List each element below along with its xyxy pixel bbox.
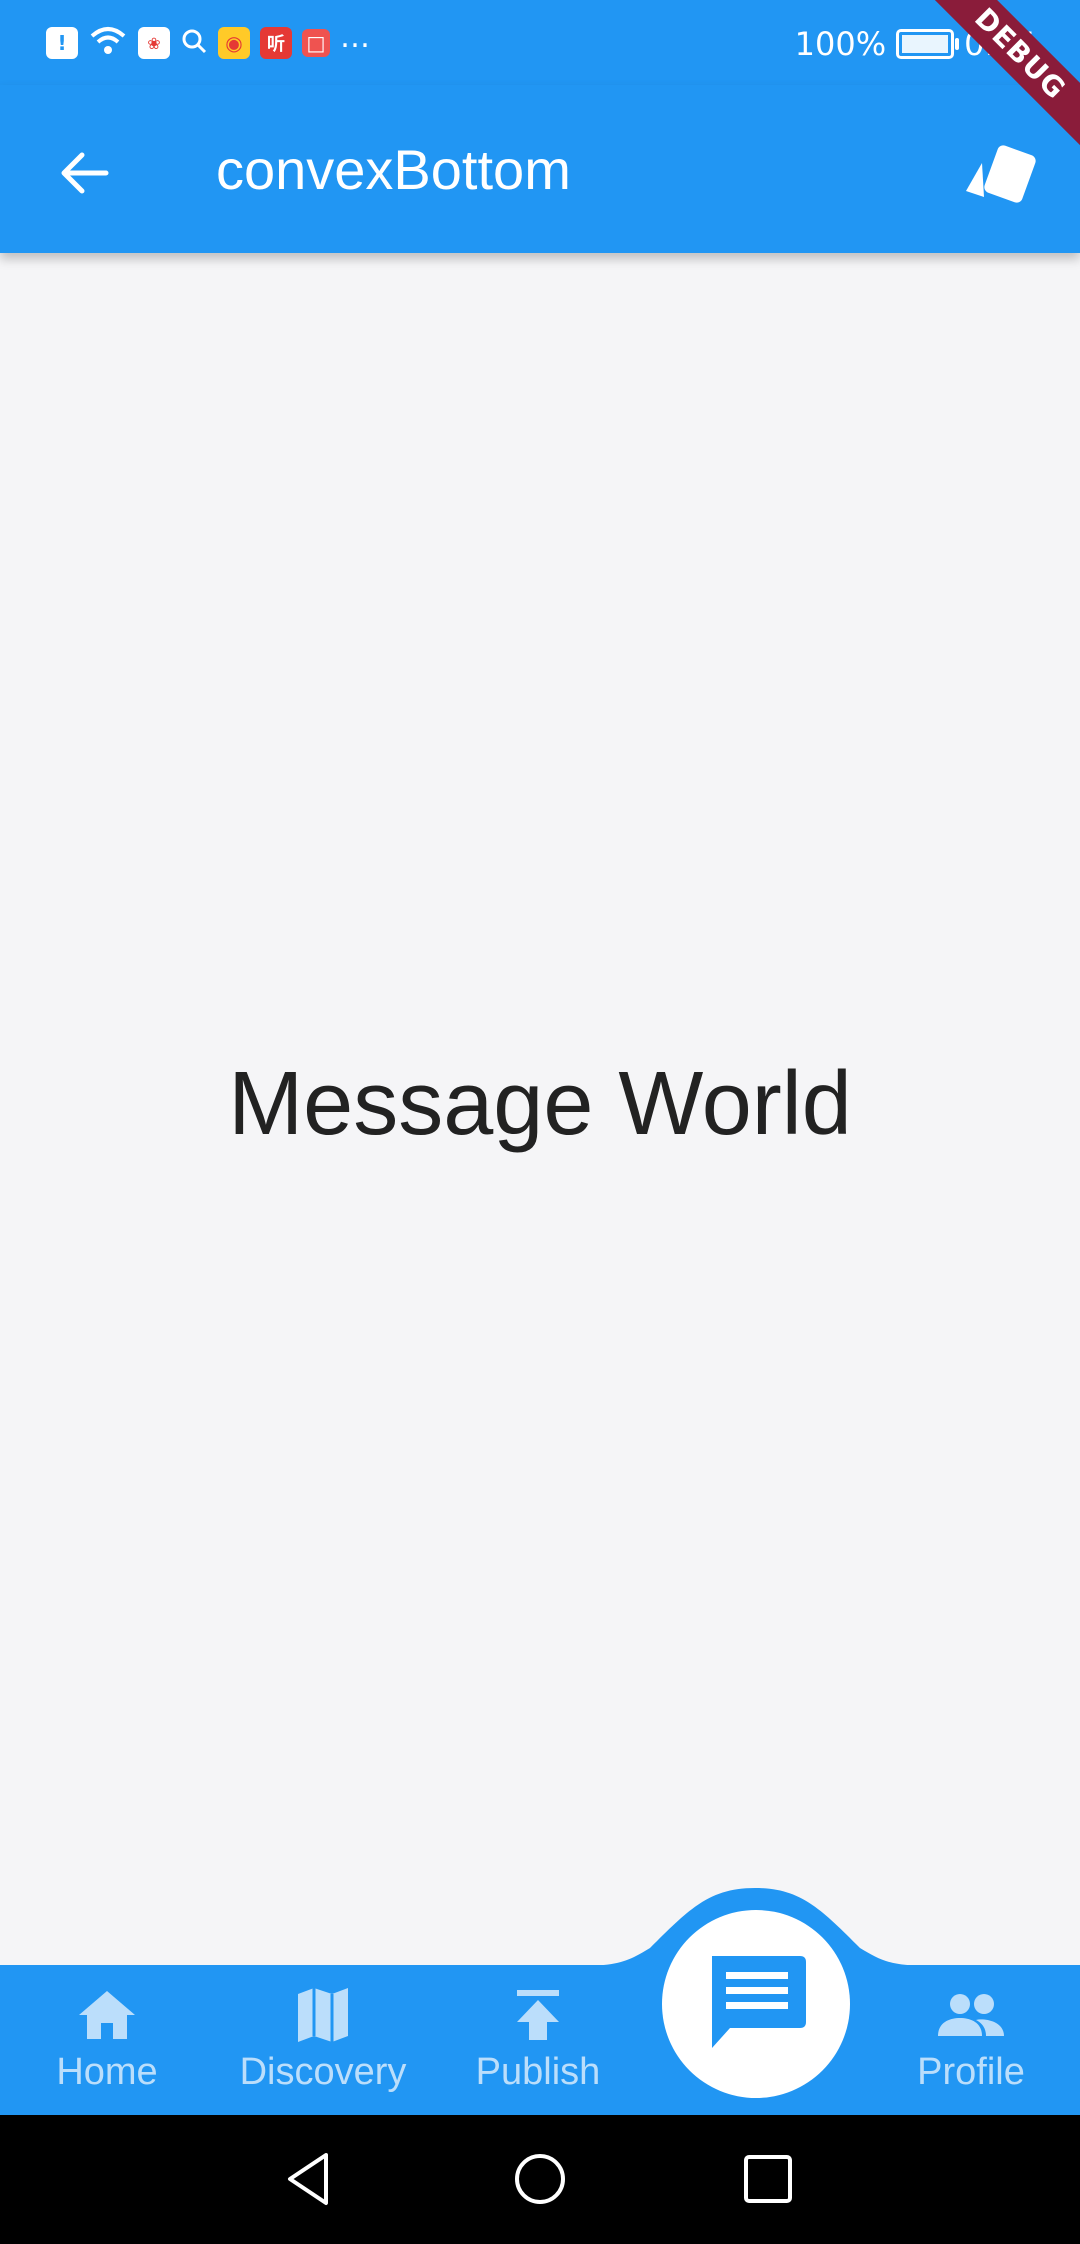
publish-icon (513, 1985, 563, 2045)
style-button[interactable] (960, 139, 1040, 209)
notification-icons: ! ❀ ◉ 听 □ … (46, 19, 370, 64)
tab-profile[interactable]: Profile (871, 1965, 1071, 2115)
tab-home[interactable]: Home (7, 1965, 207, 2115)
tab-home-label: Home (56, 2051, 158, 2093)
system-nav-bar (0, 2115, 1080, 2244)
tab-discovery-label: Discovery (239, 2051, 407, 2093)
battery-icon (896, 29, 960, 59)
weibo-icon: ◉ (218, 27, 250, 59)
more-notifications-icon: … (340, 19, 370, 55)
tab-publish-label: Publish (475, 2051, 601, 2093)
content-text: Message World (228, 1053, 852, 1154)
listen-app-icon: 听 (260, 27, 292, 59)
wifi-icon (88, 24, 128, 62)
page-title: convexBottom (216, 138, 571, 201)
message-icon (712, 1956, 806, 2048)
app-bar: convexBottom (0, 85, 1080, 253)
bottom-navigation: Home Discovery Publish Profile (0, 1965, 1080, 2115)
tab-profile-label: Profile (917, 2051, 1025, 2093)
content-area: Message World (0, 253, 1080, 1965)
people-icon (936, 1985, 1006, 2045)
back-button[interactable] (54, 143, 114, 203)
style-icon (966, 145, 1036, 203)
nav-recents-icon[interactable] (738, 2149, 798, 2209)
baidu-icon: ❀ (138, 27, 170, 59)
tab-publish[interactable]: Publish (438, 1965, 638, 2115)
home-icon (77, 1985, 137, 2045)
status-bar: ! ❀ ◉ 听 □ … 100% 0:15 (0, 0, 1080, 85)
nav-back-icon[interactable] (280, 2149, 340, 2209)
tab-message-active[interactable] (662, 1910, 850, 2098)
tab-discovery[interactable]: Discovery (223, 1965, 423, 2115)
search-icon (180, 27, 208, 59)
battery-percent: 100% (794, 25, 887, 63)
alert-icon: ! (46, 27, 78, 59)
back-arrow-icon (61, 152, 109, 194)
book-app-icon: □ (302, 29, 330, 57)
nav-home-icon[interactable] (510, 2149, 570, 2209)
map-icon (294, 1985, 352, 2045)
